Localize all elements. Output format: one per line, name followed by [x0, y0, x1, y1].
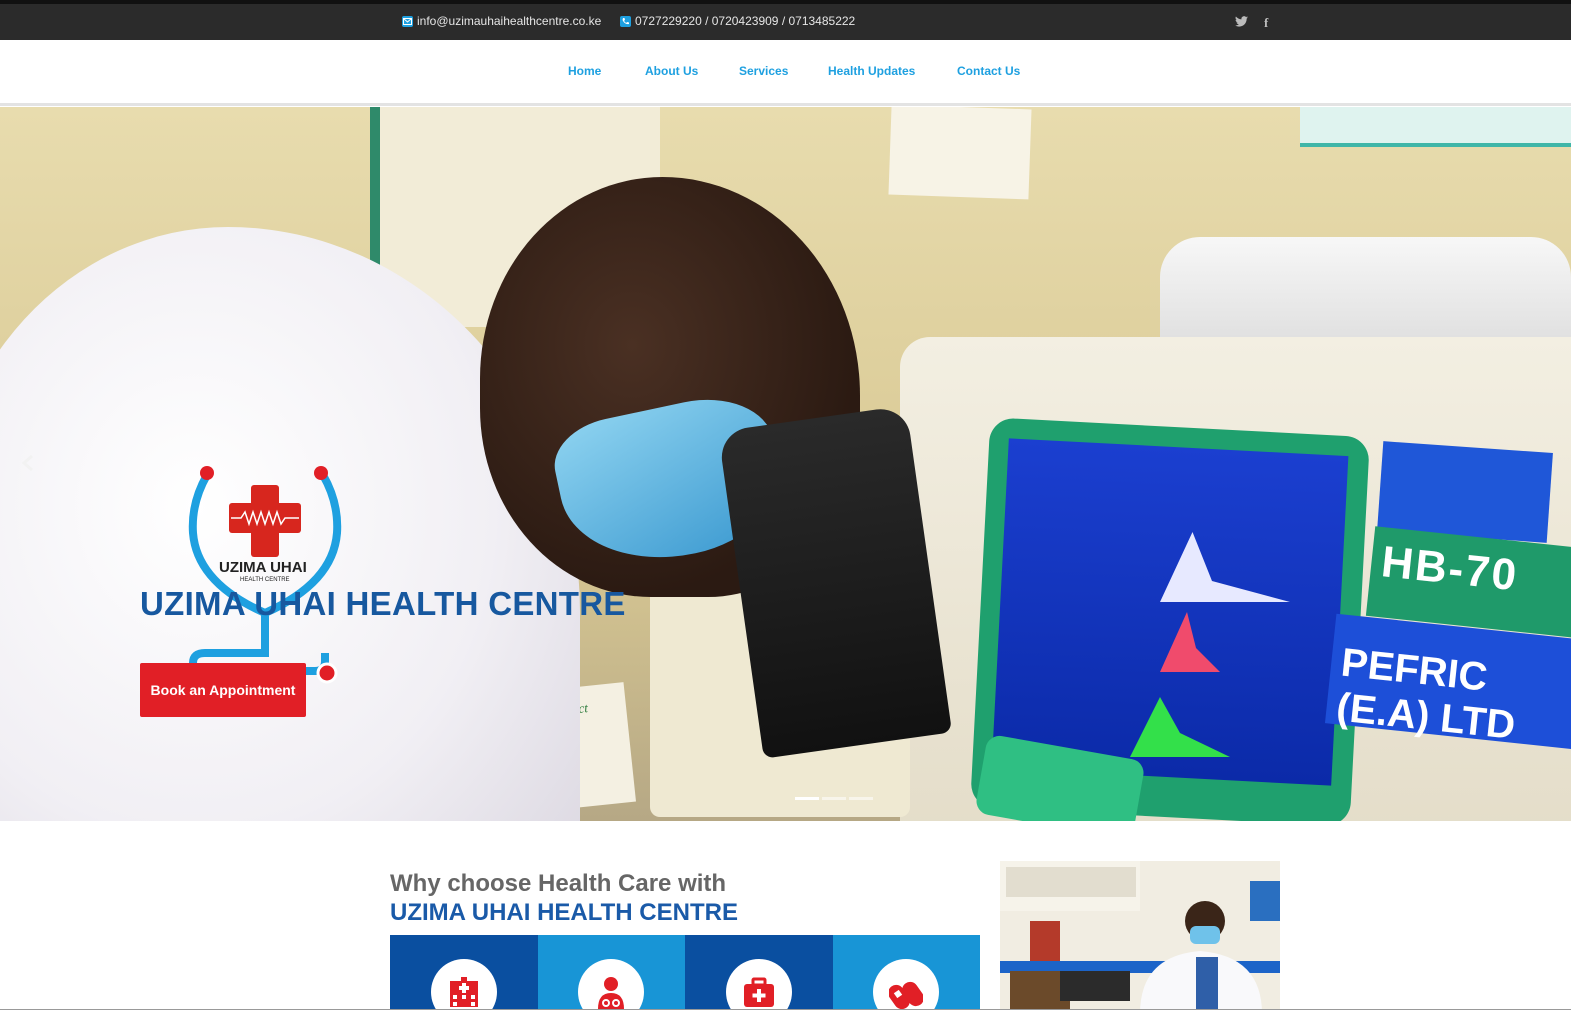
- doctor-photo: [1000, 861, 1280, 1014]
- carousel-indicator-2[interactable]: [822, 797, 846, 800]
- carousel-prev-icon[interactable]: [21, 454, 34, 476]
- phone-icon: [620, 15, 631, 27]
- doctor-icon: [598, 977, 625, 1009]
- wall-poster: [1300, 107, 1571, 147]
- main-navigation: Home About Us Services Health Updates Co…: [0, 40, 1571, 106]
- why-heading-line1: Why choose Health Care with: [390, 870, 727, 897]
- uzima-uhai-logo: UZIMA UHAI HEALTH CENTRE: [185, 463, 345, 688]
- machine-label-blue: [1377, 441, 1553, 543]
- nav-item-about-us[interactable]: About Us: [645, 64, 698, 78]
- feature-tile-first-aid[interactable]: [685, 935, 833, 1014]
- top-contact-bar: info@uzimauhaihealthcentre.co.ke 0727229…: [0, 0, 1571, 40]
- nav-item-home[interactable]: Home: [568, 64, 601, 78]
- carousel-indicator-1[interactable]: [795, 797, 819, 800]
- hero-carousel: HB-70 PEFRIC (E.A) LTD Fino-Ject UZIMA U…: [0, 107, 1571, 821]
- email-text[interactable]: info@uzimauhaihealthcentre.co.ke: [417, 14, 601, 28]
- machine-label-pefric: PEFRIC (E.A) LTD: [1324, 613, 1571, 751]
- book-appointment-button[interactable]: Book an Appointment: [140, 663, 306, 717]
- page-bottom-edge: [0, 1009, 1571, 1014]
- logo-text: UZIMA UHAI: [219, 559, 307, 576]
- nav-item-health-updates[interactable]: Health Updates: [828, 64, 915, 78]
- nav-item-services[interactable]: Services: [739, 64, 788, 78]
- carousel-indicators: [795, 797, 873, 800]
- why-heading-line2: UZIMA UHAI HEALTH CENTRE: [390, 899, 738, 926]
- feature-tile-pills[interactable]: [832, 935, 980, 1014]
- feature-icon-circle: [578, 959, 645, 1014]
- feature-tiles: [390, 935, 980, 1014]
- carousel-indicator-3[interactable]: [849, 797, 873, 800]
- feature-icon-circle: [725, 959, 792, 1014]
- hospital-icon: [449, 977, 478, 1007]
- hero-title: UZIMA UHAI HEALTH CENTRE: [140, 585, 626, 622]
- why-choose-heading: Why choose Health Care with UZIMA UHAI H…: [390, 870, 738, 928]
- feature-tile-doctor[interactable]: [537, 935, 685, 1014]
- phone-contact[interactable]: 0727229220 / 0720423909 / 0713485222: [620, 14, 855, 28]
- feature-tile-hospital[interactable]: [390, 935, 538, 1014]
- pills-icon: [889, 981, 924, 1009]
- phone-text[interactable]: 0727229220 / 0720423909 / 0713485222: [635, 14, 855, 28]
- twitter-icon[interactable]: [1235, 15, 1248, 30]
- logo-subtext: HEALTH CENTRE: [240, 577, 290, 583]
- email-contact[interactable]: info@uzimauhaihealthcentre.co.ke: [402, 14, 601, 28]
- wall-paper: [888, 107, 1032, 200]
- nav-item-contact-us[interactable]: Contact Us: [957, 64, 1020, 78]
- plastic-cover: [1160, 237, 1571, 337]
- envelope-icon: [402, 15, 413, 27]
- first-aid-kit-icon: [743, 977, 774, 1007]
- feature-icon-circle: [430, 959, 497, 1014]
- feature-icon-circle: [873, 959, 940, 1014]
- facebook-icon[interactable]: f: [1264, 15, 1268, 31]
